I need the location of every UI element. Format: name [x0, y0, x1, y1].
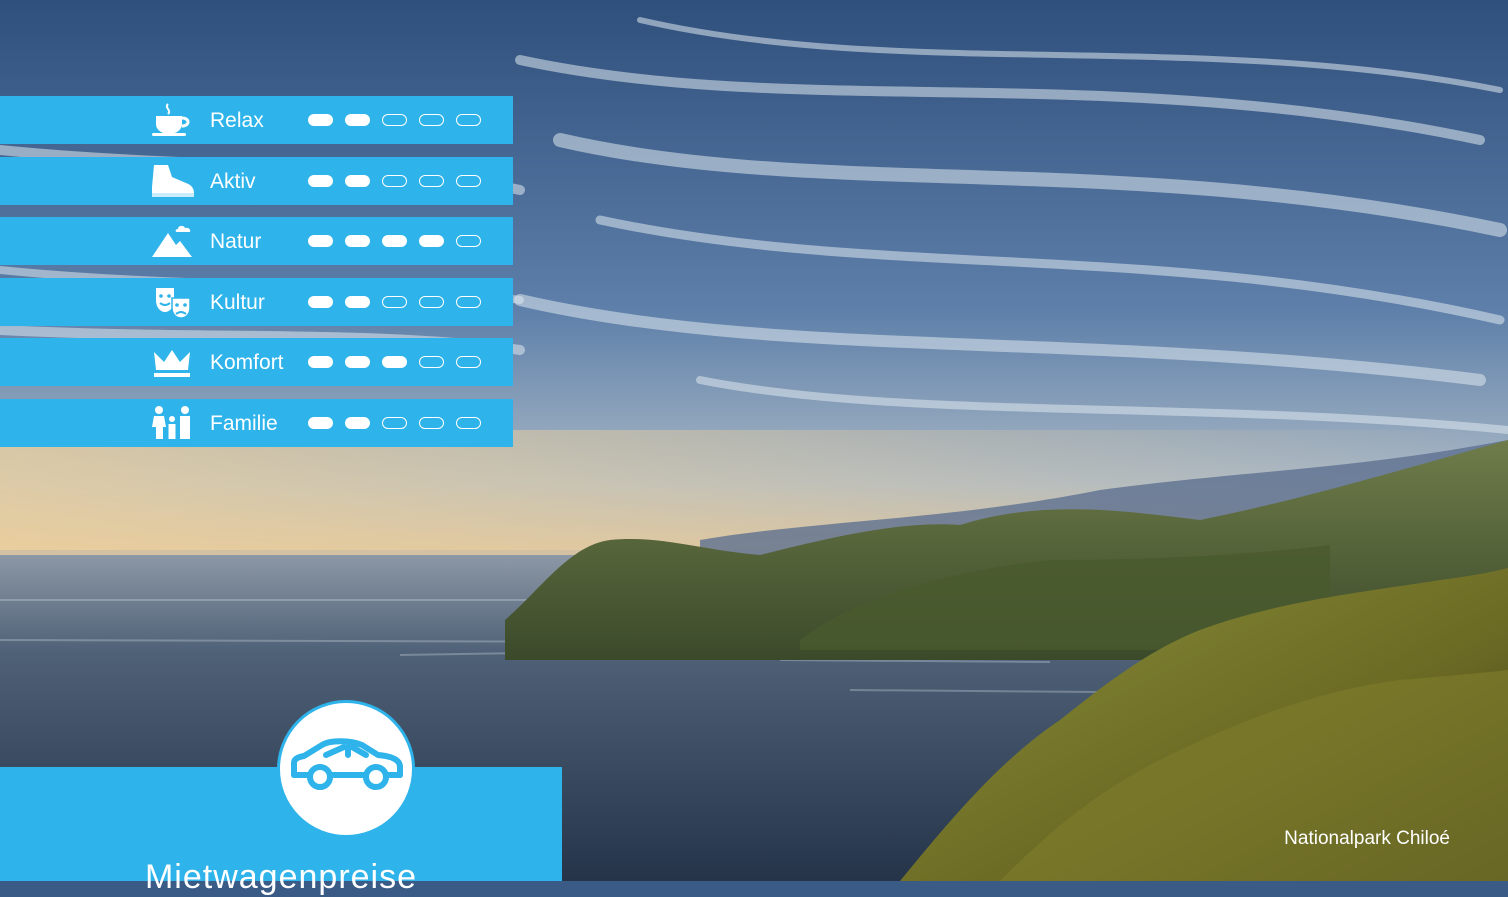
rating-pill-empty	[419, 175, 444, 187]
rating-pill-filled	[308, 356, 333, 368]
hiking-boot-icon	[150, 163, 194, 199]
rating-row-natur: Natur	[0, 217, 513, 265]
car-icon-badge	[277, 700, 415, 838]
rating-pill-filled	[345, 417, 370, 429]
rating-pill-filled	[345, 175, 370, 187]
rating-pill-empty	[382, 114, 407, 126]
rating-pill-filled	[382, 356, 407, 368]
rating-pill-empty	[456, 296, 481, 308]
rating-pill-filled	[382, 235, 407, 247]
family-icon	[150, 405, 194, 441]
rating-pill-filled	[308, 114, 333, 126]
rating-label: Natur	[210, 230, 262, 253]
rating-pill-filled	[308, 175, 333, 187]
rating-pill-filled	[345, 356, 370, 368]
travel-rating-panel: Relax Aktiv Natur Kultur Komfort Familie	[0, 0, 520, 460]
rating-row-aktiv: Aktiv	[0, 157, 513, 205]
rating-label: Komfort	[210, 351, 284, 374]
crown-icon	[150, 344, 194, 380]
rating-pill-empty	[456, 235, 481, 247]
rating-row-familie: Familie	[0, 399, 513, 447]
car-icon	[291, 738, 403, 790]
rating-row-kultur: Kultur	[0, 278, 513, 326]
rating-pill-filled	[345, 296, 370, 308]
rating-pill-filled	[308, 296, 333, 308]
rating-pill-empty	[382, 296, 407, 308]
rating-pill-empty	[382, 417, 407, 429]
rating-label: Kultur	[210, 291, 265, 314]
rating-pill-empty	[419, 114, 444, 126]
coffee-cup-icon	[150, 102, 194, 138]
rating-label: Familie	[210, 412, 278, 435]
rating-pill-filled	[345, 114, 370, 126]
rating-pill-empty	[419, 356, 444, 368]
rating-pill-empty	[456, 114, 481, 126]
rating-pill-filled	[308, 235, 333, 247]
rating-pill-empty	[456, 417, 481, 429]
rating-pill-empty	[456, 356, 481, 368]
rating-pill-empty	[419, 417, 444, 429]
rating-pill-filled	[308, 417, 333, 429]
rating-pill-filled	[419, 235, 444, 247]
rating-pill-empty	[382, 175, 407, 187]
rating-row-relax: Relax	[0, 96, 513, 144]
rating-pill-filled	[345, 235, 370, 247]
rating-label: Aktiv	[210, 170, 256, 193]
rating-label: Relax	[210, 109, 264, 132]
rating-row-komfort: Komfort	[0, 338, 513, 386]
rental-car-title: Mietwagenpreise	[144, 858, 418, 896]
mountain-icon	[150, 223, 194, 259]
rating-pill-empty	[419, 296, 444, 308]
photo-caption: Nationalpark Chiloé	[1284, 828, 1450, 849]
theater-masks-icon	[150, 284, 194, 320]
rating-pill-empty	[456, 175, 481, 187]
